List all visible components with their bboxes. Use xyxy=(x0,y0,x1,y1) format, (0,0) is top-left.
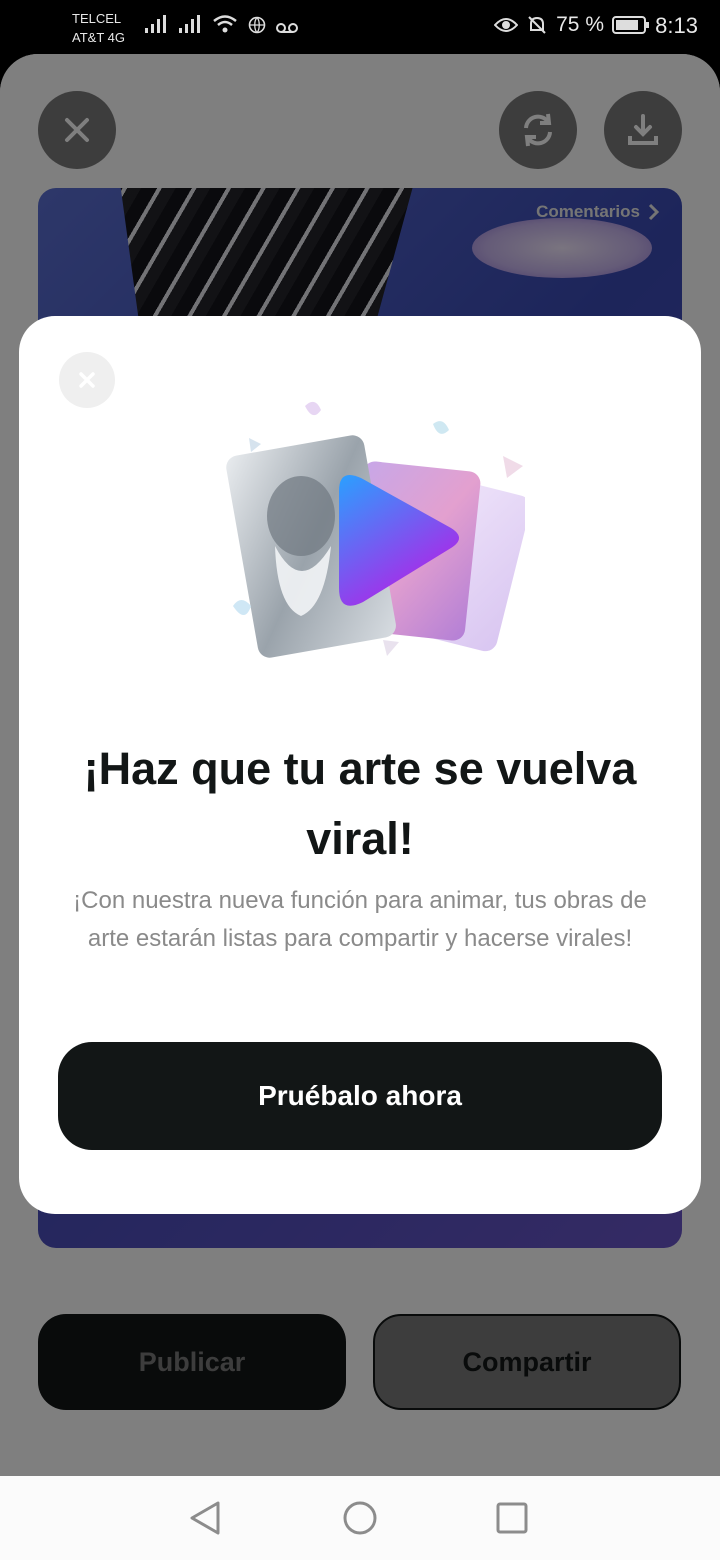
system-nav-bar xyxy=(0,1476,720,1560)
status-right: 75 % xyxy=(494,13,650,37)
signal-icon-2 xyxy=(179,15,200,33)
wifi-icon xyxy=(213,15,237,33)
try-now-button[interactable]: Pruébalo ahora xyxy=(58,1042,662,1150)
carrier-info: TELCEL AT&T 4G xyxy=(72,9,125,47)
eye-icon xyxy=(494,18,519,32)
modal-close-button[interactable] xyxy=(59,352,115,408)
battery-icon xyxy=(612,16,649,34)
globe-icon xyxy=(248,16,266,34)
signal-icons xyxy=(144,14,298,34)
network-type: AT&T 4G xyxy=(72,30,125,45)
animate-feature-illustration xyxy=(226,401,525,658)
bell-off-icon xyxy=(528,16,546,34)
voicemail-icon xyxy=(276,23,298,33)
close-icon xyxy=(79,372,95,388)
carrier-name: TELCEL xyxy=(72,11,122,26)
signal-icon xyxy=(145,15,166,33)
modal-description: ¡Con nuestra nueva función para animar, … xyxy=(73,887,647,952)
battery-percent: 75 % xyxy=(556,13,604,36)
recents-nav-icon[interactable] xyxy=(494,1500,530,1536)
back-nav-icon[interactable] xyxy=(188,1500,224,1536)
promo-modal: ¡Haz que tu arte se vuelva viral! ¡Con n… xyxy=(19,316,701,1214)
status-bar: TELCEL AT&T 4G 75 % 8:13 xyxy=(0,0,720,54)
home-nav-icon[interactable] xyxy=(342,1500,378,1536)
clock: 8:13 xyxy=(655,13,698,38)
modal-title: ¡Haz que tu arte se vuelva viral! xyxy=(83,743,637,864)
